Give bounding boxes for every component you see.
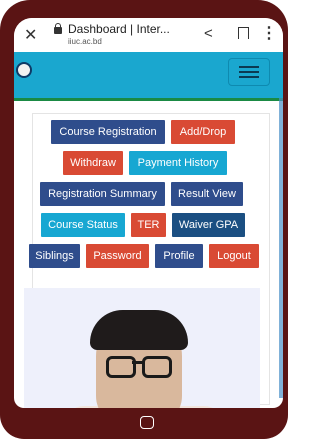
waiver-gpa-button[interactable]: Waiver GPA [172,213,245,237]
lock-icon [54,23,62,34]
photo-hair [90,310,188,350]
page-title[interactable]: Dashboard | Inter... [68,22,170,36]
share-icon[interactable]: < [204,25,213,42]
course-registration-button[interactable]: Course Registration [51,120,165,144]
phone-frame: ✕ Dashboard | Inter... iiuc.ac.bd < ⋮ Co… [0,0,288,439]
password-button[interactable]: Password [86,244,149,268]
result-view-button[interactable]: Result View [171,182,243,206]
logout-button[interactable]: Logout [209,244,259,268]
withdraw-button[interactable]: Withdraw [63,151,123,175]
siblings-button[interactable]: Siblings [29,244,80,268]
phone-screen: ✕ Dashboard | Inter... iiuc.ac.bd < ⋮ Co… [14,18,283,408]
photo-glasses-bridge [132,361,142,364]
browser-toolbar: ✕ Dashboard | Inter... iiuc.ac.bd < ⋮ [14,18,283,53]
menu-icon[interactable] [228,58,270,86]
site-navbar [14,52,283,101]
scrollbar[interactable] [279,98,283,398]
bookmark-icon[interactable] [238,27,249,39]
more-vert-icon[interactable]: ⋮ [261,23,277,43]
add-drop-button[interactable]: Add/Drop [171,120,235,144]
page-url[interactable]: iiuc.ac.bd [68,37,102,46]
university-logo[interactable] [16,62,32,78]
profile-button[interactable]: Profile [155,244,203,268]
ter-button[interactable]: TER [131,213,166,237]
photo-glasses-right [142,356,172,378]
payment-history-button[interactable]: Payment History [129,151,227,175]
course-status-button[interactable]: Course Status [41,213,125,237]
close-icon[interactable]: ✕ [24,25,37,45]
profile-photo [24,288,260,408]
photo-glasses-left [106,356,136,378]
home-icon[interactable] [140,416,154,429]
registration-summary-button[interactable]: Registration Summary [40,182,165,206]
